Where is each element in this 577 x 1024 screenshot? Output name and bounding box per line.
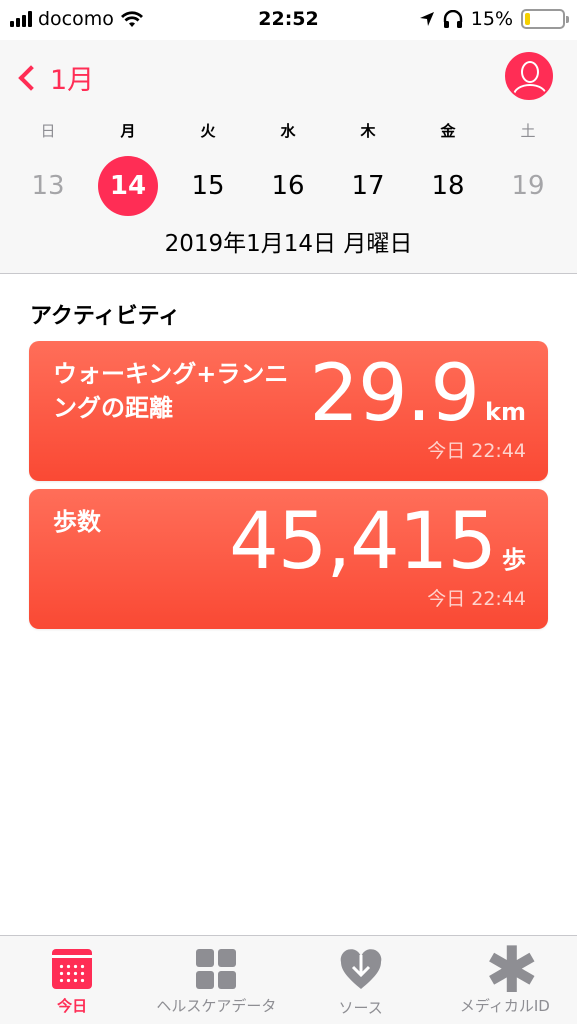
- tab-bar: 今日 ヘルスケアデータ ソース ✱ メディカルID: [0, 935, 577, 1024]
- weekday-wed: 水: [280, 122, 296, 140]
- person-icon: [521, 61, 539, 83]
- steps-timestamp: 今日 22:44: [427, 588, 526, 610]
- tab-today-label: 今日: [57, 997, 88, 1015]
- weekday-mon: 月: [120, 122, 136, 140]
- chevron-left-icon: [18, 64, 44, 91]
- day-row: 13 14 15 16 17 18 19: [8, 156, 568, 216]
- tab-sources[interactable]: ソース: [289, 936, 433, 1024]
- weekday-fri: 金: [440, 122, 456, 140]
- activity-section-title: アクティビティ: [30, 304, 181, 329]
- distance-value: 29.9: [309, 349, 480, 439]
- weekday-sat: 土: [520, 122, 536, 140]
- asterisk-icon: ✱: [484, 934, 539, 1008]
- battery-percent: 15%: [470, 8, 513, 30]
- status-bar: docomo 22:52 15%: [0, 0, 577, 40]
- heart-download-icon: [339, 949, 383, 991]
- tab-today[interactable]: 今日: [0, 936, 144, 1024]
- tab-health-data-label: ヘルスケアデータ: [156, 997, 277, 1015]
- selected-day[interactable]: 14: [98, 156, 158, 216]
- battery-icon: [521, 9, 569, 29]
- tab-medical-id[interactable]: ✱ メディカルID: [433, 936, 577, 1024]
- date-header: 1月 日 月 火 水 木 金 土 13 14 15 16 17 18 19 20…: [0, 40, 577, 274]
- weekday-sun: 日: [40, 122, 56, 140]
- status-right: 15%: [419, 8, 569, 30]
- battery-level: [525, 13, 531, 25]
- back-month-label: 1月: [50, 65, 95, 96]
- steps-unit: 歩: [502, 546, 526, 574]
- profile-button[interactable]: [505, 52, 553, 100]
- calendar-icon: [52, 949, 93, 989]
- grid-icon: [196, 949, 237, 989]
- location-arrow-icon: [419, 12, 434, 26]
- weekday-row: 日 月 火 水 木 金 土: [8, 120, 568, 141]
- selected-date-label: 2019年1月14日 月曜日: [164, 231, 413, 257]
- distance-value-group: 29.9 km: [309, 349, 526, 439]
- day-16[interactable]: 16: [248, 156, 328, 216]
- steps-value: 45,415: [229, 497, 497, 587]
- day-14[interactable]: 14: [88, 156, 168, 216]
- back-month-button[interactable]: 1月: [14, 58, 94, 97]
- day-13[interactable]: 13: [8, 156, 88, 216]
- weekday-thu: 木: [360, 122, 376, 140]
- tab-health-data[interactable]: ヘルスケアデータ: [144, 936, 288, 1024]
- day-18[interactable]: 18: [408, 156, 488, 216]
- weekday-tue: 火: [200, 122, 216, 140]
- distance-card[interactable]: ウォーキング+ランニングの距離 29.9 km 今日 22:44: [29, 341, 548, 481]
- distance-label: ウォーキング+ランニングの距離: [53, 360, 289, 422]
- distance-timestamp: 今日 22:44: [427, 440, 526, 462]
- day-17[interactable]: 17: [328, 156, 408, 216]
- distance-unit: km: [485, 398, 526, 426]
- tab-sources-label: ソース: [338, 999, 383, 1017]
- headphones-icon: [443, 10, 462, 28]
- tab-medical-id-label: メディカルID: [459, 997, 550, 1015]
- day-19[interactable]: 19: [488, 156, 568, 216]
- day-15[interactable]: 15: [168, 156, 248, 216]
- steps-card[interactable]: 歩数 45,415 歩 今日 22:44: [29, 489, 548, 629]
- steps-value-group: 45,415 歩: [229, 497, 526, 587]
